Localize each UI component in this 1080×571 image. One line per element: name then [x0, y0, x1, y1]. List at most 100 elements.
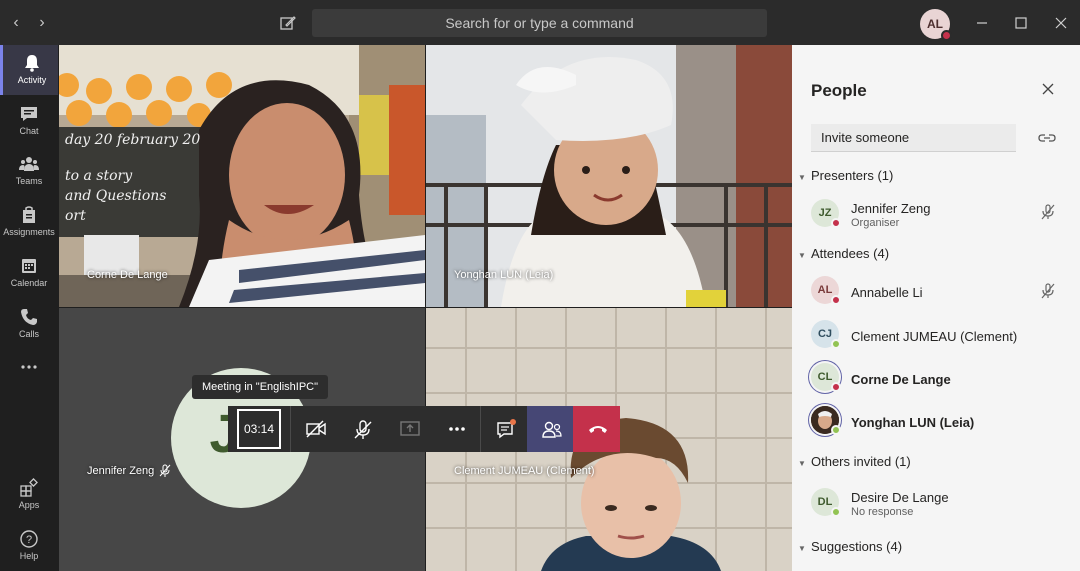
person-jennifer-zeng[interactable]: JZ Jennifer Zeng Organiser [811, 197, 1071, 233]
person-avatar: DL [811, 488, 841, 517]
person-annabelle-li[interactable]: AL Annabelle Li [811, 274, 1071, 310]
status-busy-indicator [831, 382, 841, 392]
person-avatar: CL [811, 363, 841, 392]
rail-item-help[interactable]: ? Help [0, 521, 58, 571]
user-initials: AL [927, 17, 943, 31]
status-busy-indicator [831, 295, 841, 305]
meeting-toolbar: 03:14 [228, 406, 620, 452]
hang-up-icon [589, 426, 607, 433]
rail-label: Assignments [3, 227, 55, 237]
camera-toggle-button[interactable] [291, 406, 339, 452]
chevron-down-icon: ▼ [798, 544, 806, 553]
mic-off-icon [354, 420, 372, 439]
rail-item-assignments[interactable]: Assignments [0, 197, 58, 247]
more-actions-button[interactable] [432, 406, 480, 452]
avatar-initials: DL [817, 496, 833, 508]
person-name: Clement JUMEAU (Clement) [851, 329, 1018, 344]
share-screen-button[interactable] [385, 406, 433, 452]
person-response-status: No response [851, 506, 914, 518]
search-input[interactable]: Search for or type a command [312, 9, 767, 37]
close-icon[interactable] [1040, 81, 1056, 97]
maximize-icon[interactable] [1011, 13, 1031, 33]
more-icon [449, 427, 465, 431]
section-label: Others invited (1) [811, 454, 911, 469]
meeting-timer: 03:14 [237, 409, 281, 449]
meeting-tooltip: Meeting in "EnglishIPC" [192, 375, 329, 399]
calendar-icon [22, 259, 36, 273]
link-icon[interactable] [1038, 129, 1056, 147]
rail-item-teams[interactable]: Teams [0, 146, 58, 196]
person-corne-de-lange[interactable]: CL Corne De Lange [811, 361, 1071, 397]
phone-icon [21, 309, 37, 325]
rail-label: Chat [19, 126, 39, 136]
app-rail: Activity Chat Teams Assignments Calendar… [0, 45, 58, 571]
rail-item-calls[interactable]: Calls [0, 299, 58, 349]
rail-item-more[interactable] [0, 349, 58, 399]
rail-item-activity[interactable]: Activity [0, 45, 58, 95]
person-desire-de-lange[interactable]: DL Desire De Lange No response [811, 486, 1071, 522]
rail-label: Help [19, 551, 39, 561]
mic-off-icon[interactable] [1039, 203, 1057, 221]
chat-button[interactable] [481, 406, 529, 452]
people-panel: People Invite someone ▼ Presenters (1) JZ… [792, 45, 1080, 571]
person-avatar: AL [811, 276, 841, 305]
mic-toggle-button[interactable] [338, 406, 386, 452]
person-avatar [811, 406, 841, 435]
person-name: Jennifer Zeng [851, 201, 931, 216]
section-suggestions[interactable]: ▼ Suggestions (4) [798, 539, 902, 554]
avatar-initials: CL [817, 371, 833, 383]
video-tile-yonghan[interactable]: Yonghan LUN (Leia) [426, 45, 792, 307]
apps-icon [20, 478, 38, 497]
chevron-down-icon: ▼ [798, 173, 806, 182]
section-others-invited[interactable]: ▼ Others invited (1) [798, 454, 911, 469]
compose-icon[interactable] [278, 13, 298, 33]
rail-label: Calls [18, 329, 39, 339]
rail-label: Activity [17, 75, 47, 85]
person-avatar: JZ [811, 199, 841, 228]
forward-arrow-icon[interactable]: › [32, 13, 52, 33]
invite-input[interactable]: Invite someone [811, 124, 1016, 152]
camera-off-icon [306, 420, 326, 438]
person-avatar: CJ [811, 320, 841, 349]
back-arrow-icon[interactable]: ‹ [6, 13, 26, 33]
participant-name: Corne De Lange [87, 269, 168, 281]
video-tile-corne[interactable]: day 20 february 20 to a story and Questi… [59, 45, 425, 307]
hang-up-button[interactable] [573, 406, 620, 452]
section-attendees[interactable]: ▼ Attendees (4) [798, 246, 889, 261]
status-available-indicator [831, 507, 841, 517]
rail-item-calendar[interactable]: Calendar [0, 248, 58, 298]
minimize-icon[interactable] [972, 13, 992, 33]
chat-icon [21, 107, 37, 121]
participant-name: Yonghan LUN (Leia) [454, 269, 554, 281]
participant-name: Jennifer Zeng [87, 465, 155, 477]
rail-label: Teams [15, 176, 43, 186]
section-label: Attendees (4) [811, 246, 890, 261]
share-icon [400, 421, 420, 436]
rail-item-chat[interactable]: Chat [0, 96, 58, 146]
participant-name: Clement JUMEAU (Clement) [454, 465, 595, 477]
rail-item-apps[interactable]: Apps [0, 470, 58, 520]
rail-label: Calendar [10, 278, 48, 288]
section-label: Presenters (1) [811, 168, 894, 183]
close-window-icon[interactable] [1051, 13, 1071, 33]
title-bar: ‹ › Search for or type a command AL [0, 0, 1080, 45]
chalkboard-text: ort [65, 208, 86, 224]
status-available-indicator [831, 425, 841, 435]
mic-off-icon[interactable] [1039, 282, 1057, 300]
person-name: Yonghan LUN (Leia) [851, 415, 975, 430]
person-yonghan-lun[interactable]: Yonghan LUN (Leia) [811, 404, 1071, 440]
user-avatar[interactable]: AL [920, 9, 952, 41]
panel-title: People [811, 81, 867, 100]
avatar-initials: JZ [818, 207, 832, 219]
participants-button[interactable] [527, 406, 575, 452]
teams-icon [19, 157, 39, 171]
person-clement-jumeau[interactable]: CJ Clement JUMEAU (Clement) [811, 318, 1071, 354]
chevron-down-icon: ▼ [798, 251, 806, 260]
help-icon: ? [20, 530, 38, 548]
person-name: Desire De Lange [851, 490, 949, 505]
status-busy-indicator [831, 218, 841, 228]
section-presenters[interactable]: ▼ Presenters (1) [798, 168, 893, 183]
more-icon [21, 365, 37, 369]
bell-icon [25, 55, 39, 72]
chevron-down-icon: ▼ [798, 459, 806, 468]
